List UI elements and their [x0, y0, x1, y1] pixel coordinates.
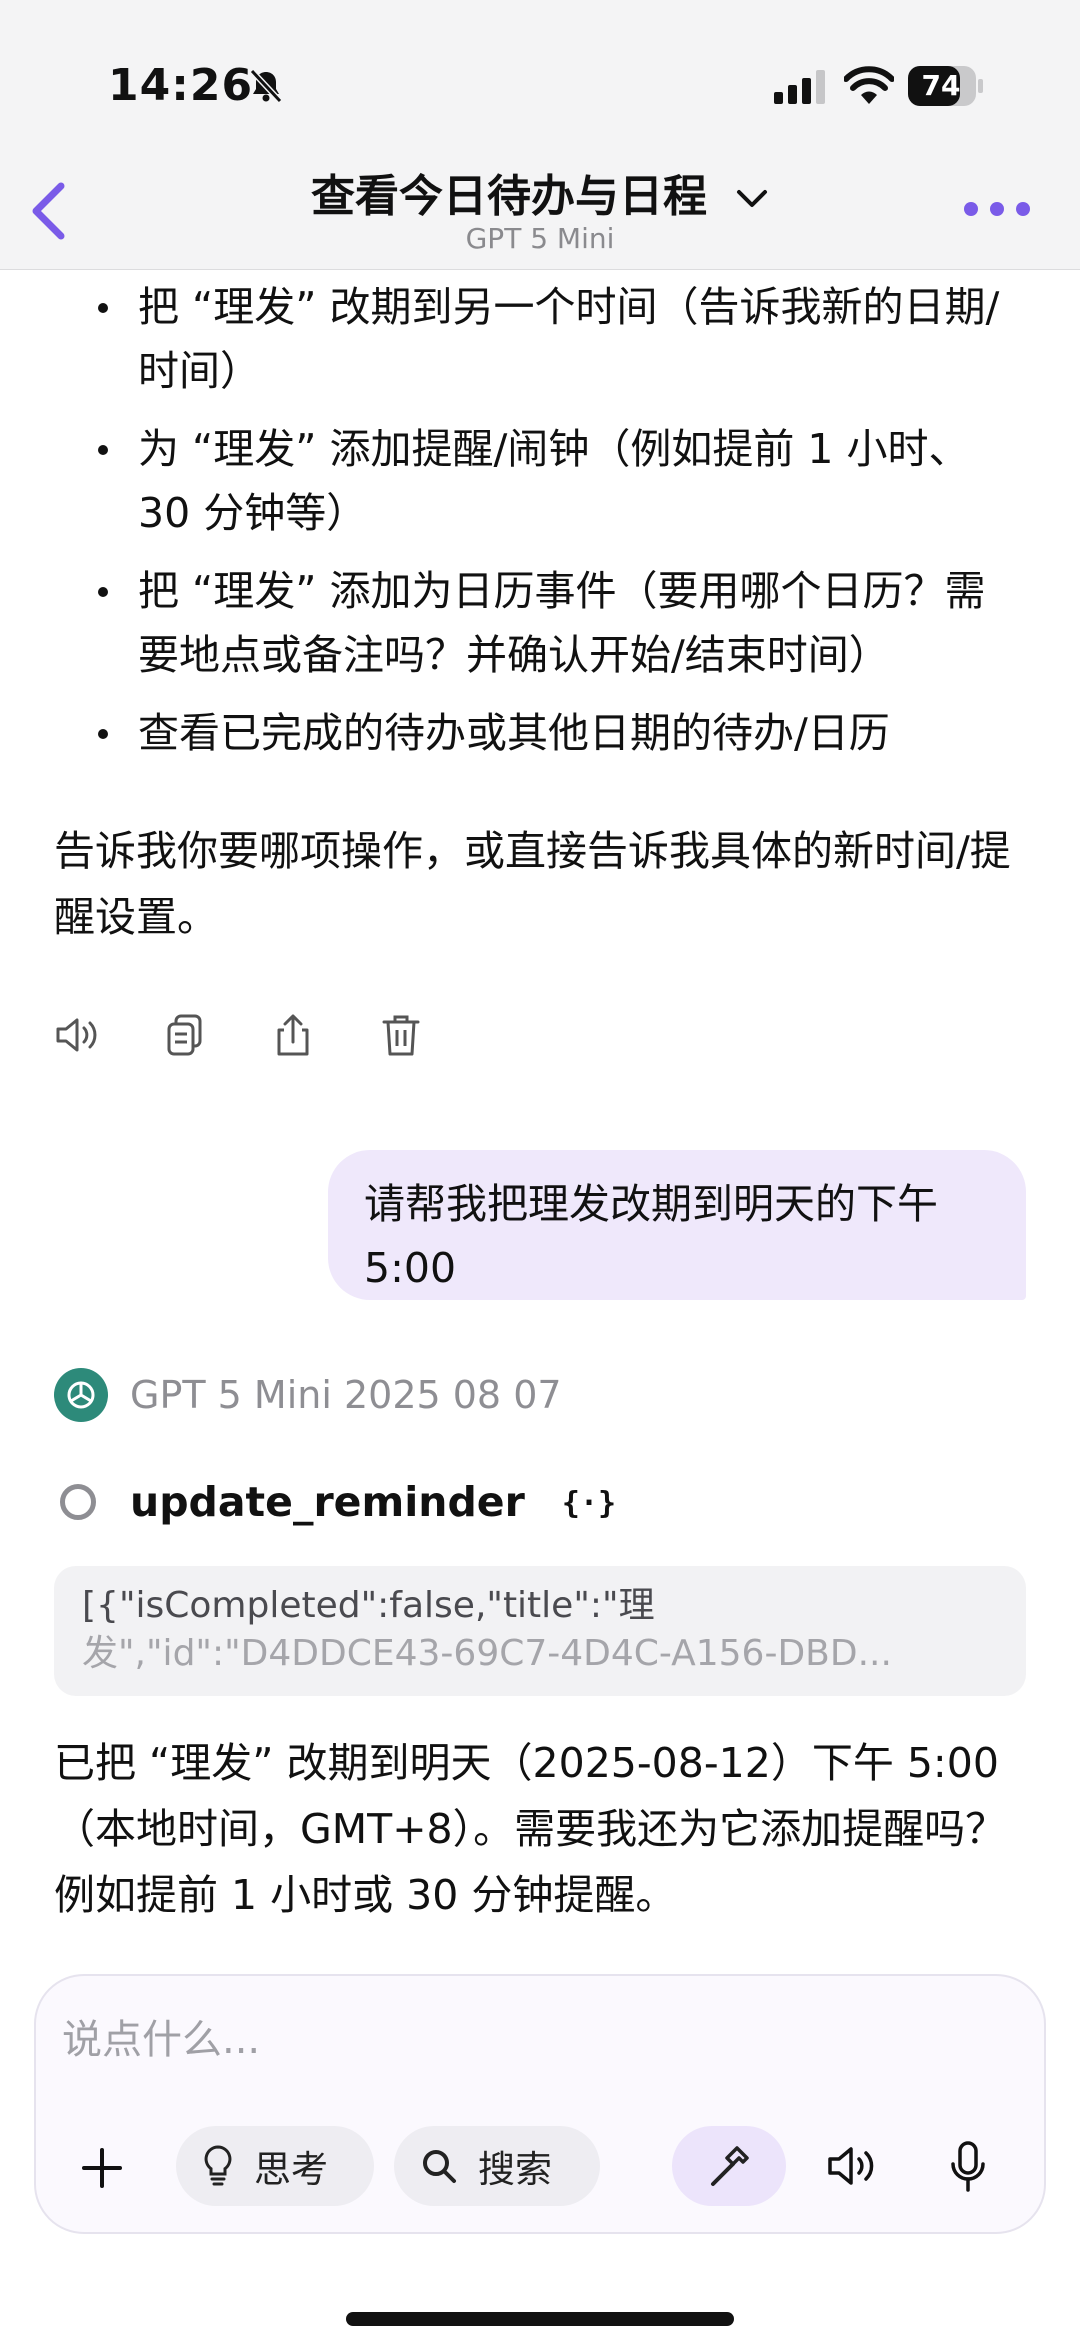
svg-text:{·}: {·}	[563, 1486, 615, 1521]
list-item: 为 “理发” 添加提醒/闹钟（例如提前 1 小时、30 分钟等）	[96, 417, 1016, 545]
status-time: 14:26	[108, 60, 254, 111]
copy-icon[interactable]	[162, 1012, 208, 1058]
cellular-signal-icon	[774, 70, 825, 104]
app-header: 14:26 74 查看今日待办与日程 GPT 5 Mini	[0, 0, 1080, 270]
tool-call-header[interactable]: update_reminder {·}	[60, 1478, 615, 1526]
silent-bell-icon	[249, 68, 283, 104]
dot	[990, 202, 1004, 216]
tool-output-line: [{"isCompleted":false,"title":"理	[82, 1585, 655, 1626]
message-actions	[54, 1010, 424, 1060]
list-item: 把 “理发” 改期到另一个时间（告诉我新的日期/时间）	[96, 275, 1016, 403]
speaker-icon[interactable]	[54, 1012, 100, 1058]
think-label: 思考	[254, 2148, 328, 2191]
more-options-button[interactable]	[964, 196, 1030, 222]
tools-button[interactable]	[672, 2126, 786, 2206]
conversation-title-button[interactable]: 查看今日待办与日程	[0, 160, 1080, 224]
tool-output-preview[interactable]: [{"isCompleted":false,"title":"理 发","id"…	[54, 1566, 1026, 1696]
search-label: 搜索	[478, 2148, 552, 2191]
share-icon[interactable]	[270, 1012, 316, 1058]
message-input[interactable]	[62, 2010, 962, 2070]
model-subtitle: GPT 5 Mini	[465, 222, 615, 255]
assistant-closing-text: 告诉我你要哪项操作，或直接告诉我具体的新时间/提醒设置。	[54, 827, 1011, 941]
list-item: 把 “理发” 添加为日历事件（要用哪个日历？需要地点或备注吗？并确认开始/结束时…	[96, 559, 1016, 687]
home-indicator[interactable]	[346, 2312, 734, 2326]
hammer-icon	[711, 2146, 749, 2186]
assistant-option-list: 把 “理发” 改期到另一个时间（告诉我新的日期/时间） 为 “理发” 添加提醒/…	[96, 275, 1016, 779]
think-button[interactable]: 思考	[176, 2126, 374, 2206]
tool-output-line: 发","id":"D4DDCE43-69C7-4D4C-A156-DBD...	[82, 1633, 892, 1674]
model-label: GPT 5 Mini 2025 08 07	[130, 1373, 562, 1417]
tool-status-icon	[60, 1484, 96, 1520]
search-icon	[423, 2150, 456, 2183]
lightbulb-icon	[204, 2145, 232, 2186]
battery-indicator: 74	[908, 66, 984, 106]
model-logo-icon	[54, 1368, 108, 1422]
assistant-reply-text: 已把 “理发” 改期到明天（2025-08-12）下午 5:00（本地时间，GM…	[54, 1739, 1007, 1919]
dot	[1016, 202, 1030, 216]
dot	[964, 202, 978, 216]
microphone-icon[interactable]	[948, 2140, 988, 2194]
chevron-down-icon	[737, 190, 767, 207]
message-composer: 思考 搜索	[34, 1974, 1046, 2234]
search-button[interactable]: 搜索	[394, 2126, 600, 2206]
trash-icon[interactable]	[378, 1012, 424, 1058]
conversation-title: 查看今日待办与日程	[311, 171, 707, 222]
battery-level: 74	[921, 69, 961, 102]
list-item: 查看已完成的待办或其他日期的待办/日历	[96, 701, 1016, 765]
wifi-icon	[844, 66, 894, 104]
user-message-bubble[interactable]: 请帮我把理发改期到明天的下午 5:00	[328, 1150, 1026, 1300]
braces-icon: {·}	[563, 1486, 615, 1521]
plus-icon[interactable]	[80, 2146, 124, 2190]
tool-name: update_reminder	[130, 1478, 525, 1526]
voice-output-icon[interactable]	[826, 2142, 882, 2190]
assistant-header: GPT 5 Mini 2025 08 07	[54, 1368, 562, 1422]
